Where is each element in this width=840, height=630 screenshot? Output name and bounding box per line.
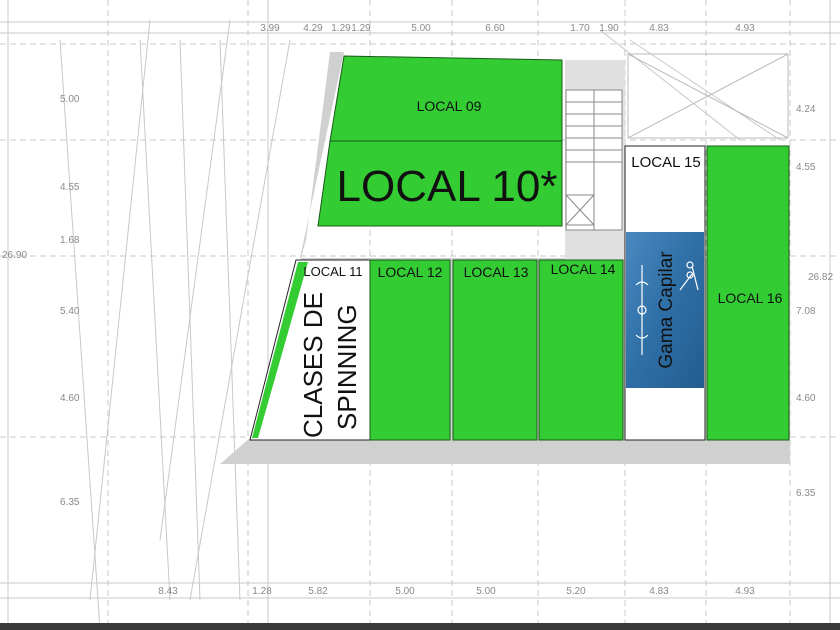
unit-local-14[interactable]	[538, 259, 624, 441]
unit-local-13[interactable]	[452, 259, 538, 441]
open-void	[627, 53, 789, 139]
dim-right-3: 4.60	[796, 393, 816, 404]
dim-top-7: 1.90	[599, 23, 619, 34]
dim-right-2: 7.08	[796, 306, 816, 317]
dim-left-4: 4.60	[60, 393, 80, 404]
spinning-line2: SPINNING	[332, 304, 362, 430]
dim-left-0: 5.00	[60, 94, 80, 105]
dim-bottom-1: 1.28	[252, 586, 272, 597]
bottom-bar	[0, 623, 840, 630]
floor-plan: Gama Capilar LOCAL 09 LOCAL 10* LOCAL 11…	[0, 0, 840, 630]
dim-left-2: 1.68	[60, 235, 80, 246]
dim-top-8: 4.83	[649, 23, 669, 34]
dim-right-0: 4.24	[796, 104, 816, 115]
label-local-10: LOCAL 10*	[337, 162, 558, 211]
dim-left-1: 4.55	[60, 182, 80, 193]
dim-top-4: 5.00	[411, 23, 431, 34]
spinning-line1: CLASES DE	[298, 292, 328, 438]
dim-top-6: 1.70	[570, 23, 590, 34]
label-local-13: LOCAL 13	[464, 264, 529, 280]
dimensions-right: 4.24 4.55 7.08 4.60 6.35 26.82	[796, 104, 833, 499]
label-local-16: LOCAL 16	[718, 290, 783, 306]
dim-right-4: 6.35	[796, 488, 816, 499]
gama-capilar-text: Gama Capilar	[656, 251, 677, 369]
dim-top-3: 1.29	[351, 23, 371, 34]
dim-bottom-2: 5.82	[308, 586, 328, 597]
dim-right-1: 4.55	[796, 162, 816, 173]
dim-bottom-7: 4.93	[735, 586, 755, 597]
dim-bottom-4: 5.00	[476, 586, 496, 597]
dim-top-9: 4.93	[735, 23, 755, 34]
dim-bottom-5: 5.20	[566, 586, 586, 597]
label-local-14: LOCAL 14	[551, 261, 616, 277]
label-local-11: LOCAL 11	[303, 264, 362, 279]
dim-left-total: 26.90	[2, 250, 27, 261]
dim-bottom-0: 8.43	[158, 586, 178, 597]
dim-bottom-3: 5.00	[395, 586, 415, 597]
dim-top-1: 4.29	[303, 23, 323, 34]
dim-top-2: 1.29	[331, 23, 351, 34]
dim-right-total: 26.82	[808, 272, 833, 283]
dim-bottom-6: 4.83	[649, 586, 669, 597]
unit-local-12[interactable]	[369, 259, 451, 441]
label-local-15: LOCAL 15	[631, 154, 701, 171]
label-local-12: LOCAL 12	[378, 264, 443, 280]
dim-top-0: 3.99	[260, 23, 280, 34]
label-local-09: LOCAL 09	[417, 98, 482, 114]
dim-top-5: 6.60	[485, 23, 505, 34]
dimensions-top: 3.99 4.29 1.29 1.29 5.00 6.60 1.70 1.90 …	[260, 23, 755, 34]
stairs	[565, 89, 623, 231]
dim-left-5: 6.35	[60, 497, 80, 508]
dim-left-3: 5.40	[60, 306, 80, 317]
